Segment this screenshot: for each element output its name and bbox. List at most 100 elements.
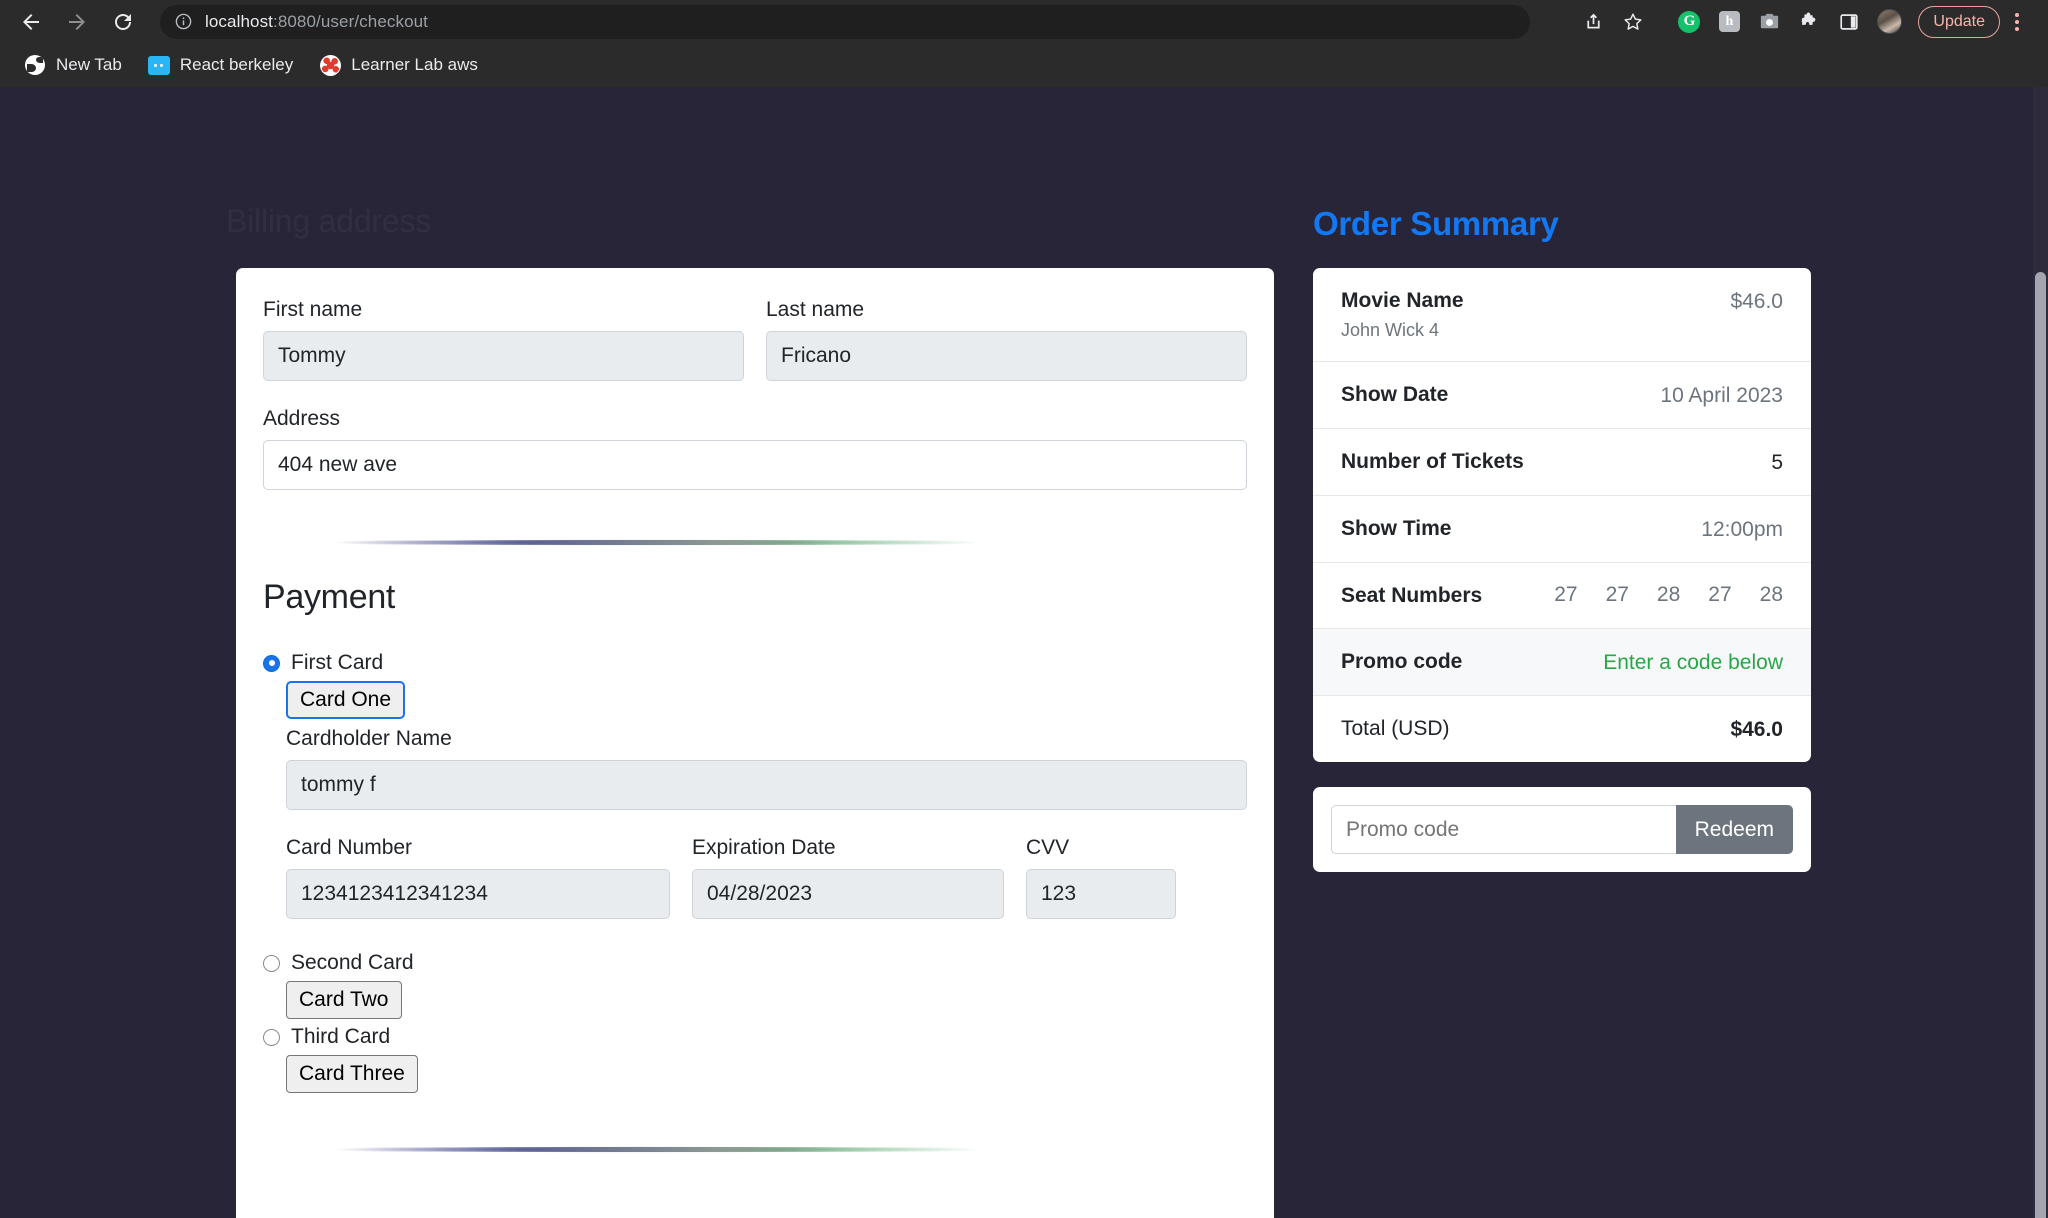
card-three-button[interactable]: Card Three bbox=[286, 1055, 418, 1093]
seat-number: 27 bbox=[1708, 582, 1732, 606]
address-input[interactable]: 404 new ave bbox=[263, 440, 1247, 490]
radio-label-third-card: Third Card bbox=[291, 1025, 391, 1048]
bookmark-learner-lab-aws[interactable]: Learner Lab aws bbox=[309, 48, 488, 82]
first-name-input[interactable]: Tommy bbox=[263, 331, 744, 381]
back-button[interactable] bbox=[10, 1, 52, 43]
expiration-date-input[interactable]: 04/28/2023 bbox=[692, 869, 1004, 919]
last-name-label: Last name bbox=[766, 298, 865, 321]
kebab-dot bbox=[2015, 12, 2019, 17]
reload-button[interactable] bbox=[102, 1, 144, 43]
total-label: Total (USD) bbox=[1341, 717, 1450, 741]
show-time-label: Show Time bbox=[1341, 516, 1452, 540]
address-label: Address bbox=[263, 407, 341, 430]
number-of-tickets-label: Number of Tickets bbox=[1341, 449, 1524, 473]
monitor-icon bbox=[147, 54, 170, 76]
radio-third-card[interactable] bbox=[263, 1028, 280, 1046]
side-panel-button[interactable] bbox=[1830, 3, 1868, 41]
grammarly-extension-button[interactable]: G bbox=[1670, 3, 1708, 41]
seat-numbers-label: Seat Numbers bbox=[1341, 583, 1483, 607]
section-divider-top bbox=[263, 534, 1053, 550]
update-button[interactable]: Update bbox=[1918, 5, 2000, 38]
extensions-button[interactable] bbox=[1790, 3, 1828, 41]
cvv-group: CVV 123 bbox=[1026, 836, 1176, 919]
first-name-label: First name bbox=[263, 298, 363, 321]
page-viewport: Billing address Order Summary First name… bbox=[0, 87, 2048, 1218]
card-two-button[interactable]: Card Two bbox=[286, 981, 402, 1019]
seat-number: 27 bbox=[1605, 582, 1629, 606]
honey-icon: h bbox=[1718, 11, 1740, 32]
radio-first-card[interactable] bbox=[263, 654, 280, 672]
toolbar-right-icons: G h Update bbox=[1574, 3, 2030, 41]
back-arrow-icon bbox=[23, 13, 39, 30]
url-host: localhost bbox=[205, 11, 273, 31]
promo-code-form: Redeem bbox=[1313, 787, 1811, 872]
bookmark-react-berkeley[interactable]: React berkeley bbox=[138, 48, 303, 82]
expiration-group: Expiration Date 04/28/2023 bbox=[692, 836, 1004, 919]
bookmark-label: React berkeley bbox=[179, 55, 294, 74]
promo-code-input[interactable] bbox=[1331, 805, 1676, 854]
browser-menu-button[interactable] bbox=[2004, 6, 2030, 38]
forward-button[interactable] bbox=[56, 1, 98, 43]
kebab-dot bbox=[2015, 26, 2019, 31]
vertical-scrollbar-thumb[interactable] bbox=[2035, 272, 2046, 1218]
summary-row-tickets: Number of Tickets 5 bbox=[1313, 429, 1811, 496]
seat-number: 28 bbox=[1759, 582, 1783, 606]
movie-price-value: $46.0 bbox=[1730, 290, 1783, 313]
show-time-value: 12:00pm bbox=[1701, 517, 1783, 541]
screenshot-extension-button[interactable] bbox=[1750, 3, 1788, 41]
order-summary-heading: Order Summary bbox=[1313, 205, 1559, 242]
star-icon bbox=[1624, 12, 1642, 30]
browser-chrome: localhost:8080/user/checkout G h Update … bbox=[0, 0, 2048, 87]
cvv-input[interactable]: 123 bbox=[1026, 869, 1176, 919]
summary-row-promo: Promo code Enter a code below bbox=[1313, 629, 1811, 697]
profile-avatar-button[interactable] bbox=[1870, 3, 1908, 41]
forward-arrow-icon bbox=[69, 13, 85, 30]
honey-extension-button[interactable]: h bbox=[1710, 3, 1748, 41]
seat-numbers-value: 27 27 28 27 28 bbox=[1554, 583, 1783, 607]
share-icon bbox=[1587, 13, 1600, 29]
movie-name-value: John Wick 4 bbox=[1341, 319, 1440, 340]
cardholder-name-input[interactable]: tommy f bbox=[286, 760, 1247, 810]
redeem-button[interactable]: Redeem bbox=[1675, 805, 1793, 854]
address-group: Address 404 new ave bbox=[263, 407, 1247, 490]
bookmarks-bar: New Tab React berkeley Learner Lab aws bbox=[0, 43, 2048, 87]
promo-code-hint: Enter a code below bbox=[1603, 651, 1783, 675]
payment-option-first-card[interactable]: First Card bbox=[263, 651, 1247, 675]
summary-row-movie: Movie Name John Wick 4 $46.0 bbox=[1313, 268, 1811, 362]
puzzle-icon bbox=[1801, 12, 1816, 25]
expiration-date-label: Expiration Date bbox=[692, 836, 836, 859]
bookmark-star-button[interactable] bbox=[1614, 3, 1652, 41]
avatar bbox=[1876, 9, 1902, 34]
url-path: :8080/user/checkout bbox=[273, 11, 428, 31]
card-details-row: Card Number 1234123412341234 Expiration … bbox=[286, 836, 1247, 919]
card-number-input[interactable]: 1234123412341234 bbox=[286, 869, 670, 919]
checkout-page: Billing address Order Summary First name… bbox=[0, 87, 2033, 1218]
last-name-input[interactable]: Fricano bbox=[766, 331, 1247, 381]
kebab-dot bbox=[2015, 19, 2019, 24]
payment-option-third-card[interactable]: Third Card bbox=[263, 1025, 1247, 1049]
vertical-scrollbar-track[interactable] bbox=[2033, 87, 2048, 1218]
bookmark-new-tab[interactable]: New Tab bbox=[14, 48, 132, 82]
radio-second-card[interactable] bbox=[263, 954, 280, 972]
address-bar[interactable]: localhost:8080/user/checkout bbox=[160, 4, 1530, 39]
payment-option-second-card[interactable]: Second Card bbox=[263, 951, 1247, 975]
bookmark-label: Learner Lab aws bbox=[351, 55, 478, 74]
cvv-label: CVV bbox=[1026, 836, 1070, 859]
summary-row-seats: Seat Numbers 27 27 28 27 28 bbox=[1313, 563, 1811, 630]
card-one-button[interactable]: Card One bbox=[286, 681, 406, 719]
radio-label-first-card: First Card bbox=[291, 651, 384, 674]
share-button[interactable] bbox=[1574, 3, 1612, 41]
number-of-tickets-value: 5 bbox=[1771, 450, 1783, 474]
section-divider-bottom bbox=[263, 1141, 1053, 1157]
site-info-icon[interactable] bbox=[174, 12, 193, 31]
card-number-label: Card Number bbox=[286, 836, 413, 859]
checkout-form-card: First name Tommy Last name Fricano Addre… bbox=[236, 268, 1274, 1218]
canvas-icon bbox=[319, 54, 341, 76]
name-row: First name Tommy Last name Fricano bbox=[263, 298, 1247, 381]
seat-number: 27 bbox=[1554, 582, 1578, 606]
movie-name-label: Movie Name bbox=[1341, 289, 1464, 312]
seat-number: 28 bbox=[1656, 582, 1681, 606]
last-name-group: Last name Fricano bbox=[766, 298, 1247, 381]
side-panel-icon bbox=[1840, 13, 1859, 30]
promo-code-label: Promo code bbox=[1341, 650, 1463, 674]
